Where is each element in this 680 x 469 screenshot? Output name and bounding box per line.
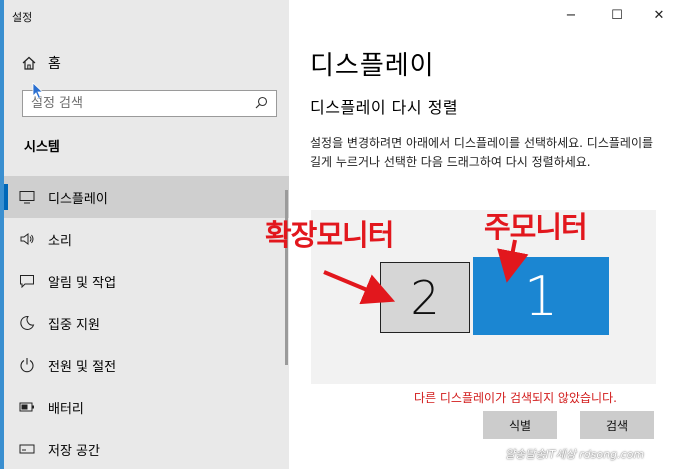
moon-icon bbox=[18, 314, 36, 332]
section-title: 시스템 bbox=[24, 140, 60, 155]
search-box[interactable] bbox=[22, 90, 277, 117]
sidebar-item-notifications[interactable]: 알림 및 작업 bbox=[4, 260, 289, 302]
home-label: 홈 bbox=[48, 56, 61, 72]
sidebar-item-label: 전원 및 절전 bbox=[48, 359, 117, 375]
app-title: 설정 bbox=[12, 11, 33, 24]
sidebar-item-battery[interactable]: 배터리 bbox=[4, 386, 289, 428]
home-icon bbox=[22, 56, 36, 70]
detect-button[interactable]: 검색 bbox=[580, 411, 654, 439]
annotation-primary-monitor: 주모니터 bbox=[484, 210, 588, 244]
sidebar-item-label: 알림 및 작업 bbox=[48, 275, 117, 291]
description-text: 설정을 변경하려면 아래에서 디스플레이를 선택하세요. 디스플레이를 길게 누… bbox=[310, 136, 654, 169]
power-icon bbox=[18, 356, 36, 374]
speaker-icon bbox=[18, 230, 36, 248]
mouse-cursor-icon bbox=[32, 82, 44, 104]
storage-icon bbox=[18, 440, 36, 458]
section-heading: 디스플레이 다시 정렬 bbox=[310, 98, 459, 117]
error-message: 다른 디스플레이가 검색되지 않았습니다. bbox=[414, 391, 617, 405]
close-button[interactable]: ✕ bbox=[642, 4, 676, 26]
sidebar-item-label: 소리 bbox=[48, 233, 72, 249]
sidebar-item-label: 디스플레이 bbox=[48, 191, 108, 207]
sidebar-item-label: 저장 공간 bbox=[48, 443, 100, 459]
sidebar-item-label: 배터리 bbox=[48, 401, 84, 417]
watermark: 얄송달송IT세상 rdsong.com bbox=[505, 448, 645, 461]
sidebar-item-storage[interactable]: 저장 공간 bbox=[4, 428, 289, 469]
minimize-button[interactable]: − bbox=[554, 4, 588, 26]
sidebar-item-sound[interactable]: 소리 bbox=[4, 218, 289, 260]
sidebar-item-power[interactable]: 전원 및 절전 bbox=[4, 344, 289, 386]
page-title: 디스플레이 bbox=[310, 51, 435, 81]
sidebar-nav: 디스플레이 소리 알림 및 작업 집중 지원 전원 및 절전 배터리 저장 공간 bbox=[4, 176, 289, 469]
identify-button[interactable]: 식별 bbox=[483, 411, 557, 439]
sidebar-item-focus-assist[interactable]: 집중 지원 bbox=[4, 302, 289, 344]
home-link[interactable]: 홈 bbox=[22, 53, 61, 73]
annotation-extended-monitor: 확장모니터 bbox=[265, 218, 394, 252]
monitor-1-tile[interactable]: 1 bbox=[473, 257, 609, 335]
sidebar-item-display[interactable]: 디스플레이 bbox=[4, 176, 289, 218]
search-input[interactable] bbox=[31, 96, 255, 111]
search-icon[interactable] bbox=[255, 94, 268, 113]
battery-icon bbox=[18, 398, 36, 416]
monitor-2-tile[interactable]: 2 bbox=[380, 262, 470, 333]
monitor-icon bbox=[18, 188, 36, 206]
maximize-button[interactable]: ☐ bbox=[600, 4, 634, 26]
sidebar-item-label: 집중 지원 bbox=[48, 317, 100, 333]
notification-icon bbox=[18, 272, 36, 290]
